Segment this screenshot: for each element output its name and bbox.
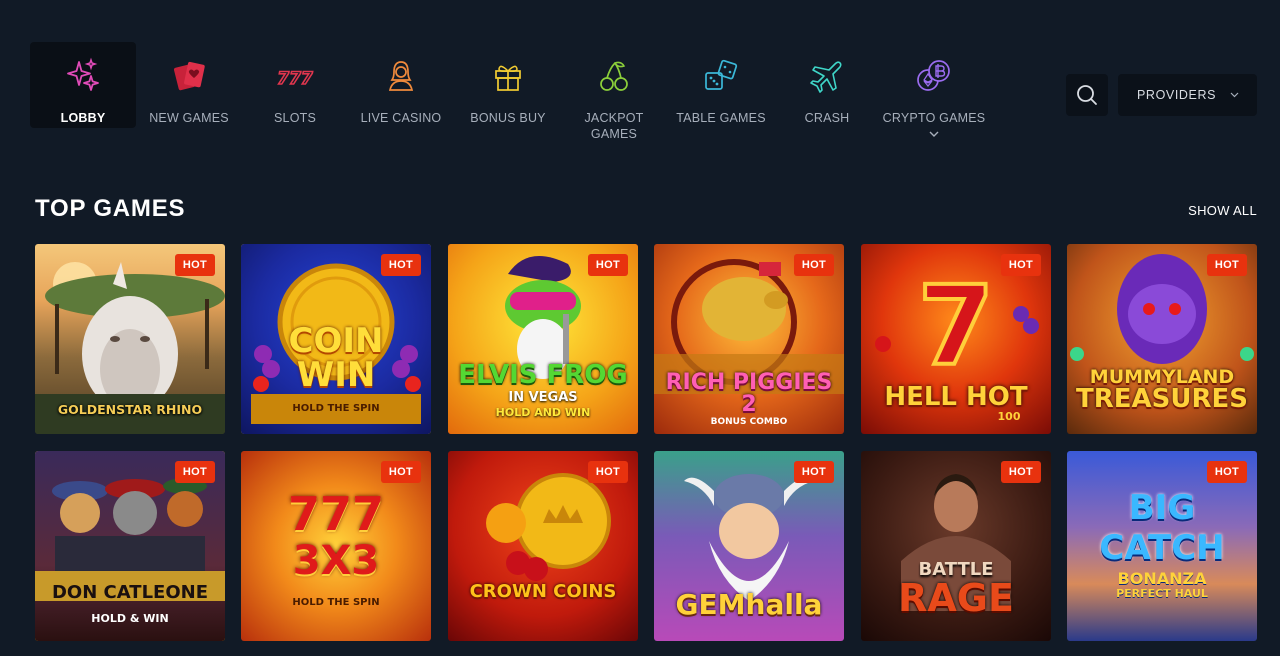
svg-text:7: 7 (918, 262, 995, 390)
hot-badge: HOT (174, 254, 215, 276)
dice-icon (705, 59, 738, 90)
hot-badge: HOT (793, 254, 834, 276)
dealer-icon (388, 61, 414, 91)
game-tile-rich-piggies-2[interactable]: RICH PIGGIES 2 BONUS COMBO HOT (654, 244, 844, 434)
providers-label: PROVIDERS (1137, 88, 1217, 102)
game-subtitle: CATCH (1099, 528, 1225, 568)
game-tile-goldenstar-rhino[interactable]: GOLDENSTAR RHINO HOT (35, 244, 225, 434)
cards-icon (174, 61, 205, 91)
game-subtitle: 3X3 (292, 538, 380, 584)
nav-label: JACKPOT GAMES (584, 111, 644, 141)
hot-badge: HOT (174, 461, 215, 483)
nav-item-table-games[interactable]: TABLE GAMES (668, 42, 774, 128)
show-all-link[interactable]: SHOW ALL (1188, 203, 1257, 218)
game-subtitle-2: HOLD THE SPIN (292, 597, 380, 608)
game-subtitle-3: PERFECT HAUL (1116, 587, 1208, 600)
game-subtitle: IN VEGAS (508, 390, 578, 405)
game-subtitle-2: HOLD AND WIN (495, 406, 591, 419)
hot-badge: HOT (380, 461, 421, 483)
nav-label: BONUS BUY (470, 111, 546, 125)
game-subtitle: 100 (997, 410, 1021, 423)
game-subtitle: TREASURES (1076, 384, 1248, 414)
game-title: BIG (1128, 488, 1196, 528)
game-tile-777-3x3[interactable]: 777 3X3 HOLD THE SPIN HOT (241, 451, 431, 641)
crypto-coins-icon (917, 60, 950, 91)
section-title: TOP GAMES (35, 195, 186, 222)
game-subtitle: RAGE (898, 576, 1014, 620)
game-subtitle: HOLD THE SPIN (292, 403, 380, 414)
game-subtitle: HOLD & WIN (91, 612, 169, 625)
game-tile-gemhalla[interactable]: GEMhalla HOT (654, 451, 844, 641)
game-tile-battle-rage[interactable]: BATTLE RAGE HOT (861, 451, 1051, 641)
chevron-down-icon[interactable] (929, 130, 939, 138)
hot-badge: HOT (587, 254, 628, 276)
game-title: COIN WIN (288, 321, 384, 395)
game-tile-crown-coins[interactable]: CROWN COINS HOT (448, 451, 638, 641)
game-title: ELVIS FROG (458, 360, 628, 390)
nav-label: CRYPTO GAMES (882, 111, 986, 125)
game-title: GOLDENSTAR RHINO (57, 401, 203, 417)
nav-item-slots[interactable]: 777 SLOTS (242, 42, 348, 128)
game-tile-hell-hot-100[interactable]: 7 HELL HOT 100 HOT (861, 244, 1051, 434)
hot-badge: HOT (1000, 254, 1041, 276)
svg-text:777: 777 (277, 69, 313, 89)
game-tile-mummyland-treasures[interactable]: MUMMYLAND TREASURES HOT (1067, 244, 1257, 434)
hot-badge: HOT (1000, 461, 1041, 483)
hot-badge: HOT (1206, 254, 1247, 276)
nav-item-lobby[interactable]: LOBBY (30, 42, 136, 128)
game-title: RICH PIGGIES 2 (665, 370, 833, 417)
game-tile-elvis-frog[interactable]: ELVIS FROG IN VEGAS HOLD AND WIN HOT (448, 244, 638, 434)
nav-item-bonus-buy[interactable]: BONUS BUY (455, 42, 561, 128)
nav-item-jackpot-games[interactable]: JACKPOT GAMES (561, 42, 667, 141)
game-title: 777 (287, 487, 385, 541)
hot-badge: HOT (793, 461, 834, 483)
hot-badge: HOT (587, 461, 628, 483)
nav-item-live-casino[interactable]: LIVE CASINO (348, 42, 454, 128)
game-tile-don-catleone[interactable]: DON CATLEONE HOLD & WIN HOT (35, 451, 225, 641)
hot-badge: HOT (1206, 461, 1247, 483)
game-title: CROWN COINS (469, 581, 617, 602)
triple-seven-icon: 777 (276, 68, 313, 90)
nav-item-new-games[interactable]: NEW GAMES (136, 42, 242, 128)
chevron-down-icon (1230, 92, 1239, 98)
game-title: DON CATLEONE (51, 582, 209, 603)
search-icon (1077, 85, 1097, 105)
sparkles-icon (67, 57, 99, 91)
game-subtitle-2: BONANZA (1117, 569, 1207, 588)
game-subtitle: BONUS COMBO (710, 417, 788, 427)
search-button[interactable] (1066, 74, 1108, 116)
game-title: GEMhalla (675, 588, 823, 621)
gift-icon (495, 65, 521, 91)
airplane-icon (810, 61, 842, 93)
nav-item-crypto-games[interactable]: CRYPTO GAMES (881, 42, 987, 137)
game-tile-big-catch-bonanza[interactable]: BIG CATCH BONANZA PERFECT HAUL HOT (1067, 451, 1257, 641)
hot-badge: HOT (380, 254, 421, 276)
nav-item-crash[interactable]: CRASH (774, 42, 880, 128)
game-tile-coin-win[interactable]: COIN WIN HOLD THE SPIN HOT (241, 244, 431, 434)
game-title: HELL HOT (884, 382, 1028, 412)
providers-dropdown[interactable]: PROVIDERS (1118, 74, 1257, 116)
cherries-icon (600, 61, 628, 91)
